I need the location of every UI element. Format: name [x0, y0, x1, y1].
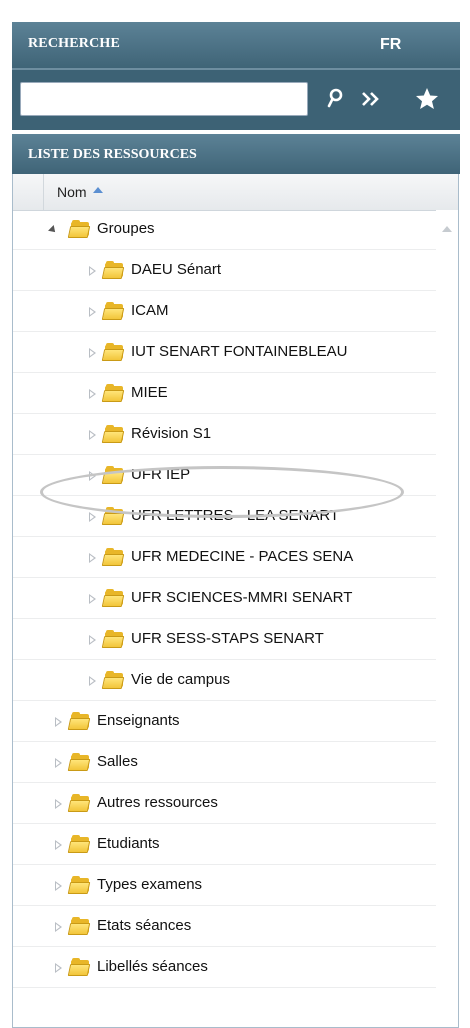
expand-arrow-icon[interactable] [89, 471, 96, 481]
expand-arrow-icon[interactable] [89, 594, 96, 604]
tree-item-label: UFR SESS-STAPS SENART [131, 630, 324, 647]
star-icon[interactable] [412, 84, 442, 114]
tree-row[interactable]: UFR SESS-STAPS SENART [13, 620, 436, 660]
column-header-name[interactable]: Nom [13, 174, 458, 211]
tree-item-label: Révision S1 [131, 425, 212, 442]
folder-icon [67, 876, 91, 894]
tree-row[interactable]: UFR MEDECINE - PACES SENA [13, 538, 436, 578]
folder-icon [67, 794, 91, 812]
sort-ascending-icon [93, 187, 103, 193]
resources-header: LISTE DES RESSOURCES [12, 134, 460, 174]
expand-arrow-icon[interactable] [55, 840, 62, 850]
folder-icon [101, 466, 125, 484]
tree-item-label: Groupes [97, 220, 155, 237]
expand-arrow-icon[interactable] [89, 307, 96, 317]
column-header-label: Nom [57, 184, 87, 200]
folder-icon [67, 958, 91, 976]
tree-item-label: MIEE [131, 384, 168, 401]
folder-icon [101, 343, 125, 361]
folder-icon [101, 671, 125, 689]
expand-arrow-icon[interactable] [55, 717, 62, 727]
language-selector[interactable]: FR [380, 36, 401, 54]
tree-row[interactable]: Salles [13, 743, 436, 783]
tree-item-label: UFR SCIENCES-MMRI SENART [131, 589, 353, 606]
folder-icon [101, 548, 125, 566]
collapse-arrow-icon[interactable] [48, 225, 58, 235]
tree-row[interactable]: DAEU Sénart [13, 251, 436, 291]
tree-item-label: DAEU Sénart [131, 261, 222, 278]
search-icon[interactable] [320, 84, 350, 114]
tree-item-label: Libellés séances [97, 958, 208, 975]
folder-icon [67, 712, 91, 730]
expand-arrow-icon[interactable] [55, 963, 62, 973]
tree-row[interactable]: Enseignants [13, 702, 436, 742]
tree-item-label: Salles [97, 753, 138, 770]
tree-row[interactable]: IUT SENART FONTAINEBLEAU [13, 333, 436, 373]
expand-arrow-icon[interactable] [55, 758, 62, 768]
tree-item-label: Enseignants [97, 712, 180, 729]
tree-item-label: UFR LETTRES - LEA SENART [131, 507, 340, 524]
search-title: RECHERCHE [28, 36, 121, 51]
folder-icon [101, 630, 125, 648]
expand-arrow-icon[interactable] [89, 553, 96, 563]
folder-icon [101, 302, 125, 320]
scroll-up-icon[interactable] [442, 226, 452, 232]
tree-item-label: UFR MEDECINE - PACES SENA [131, 548, 354, 565]
tree-row[interactable]: ICAM [13, 292, 436, 332]
tree-row[interactable]: Révision S1 [13, 415, 436, 455]
tree-row[interactable]: UFR LETTRES - LEA SENART [13, 497, 436, 537]
tree-row[interactable]: Groupes [13, 210, 436, 250]
tree-item-label: Autres ressources [97, 794, 218, 811]
tree-row[interactable]: UFR IEP [13, 456, 436, 496]
resource-tree-panel: Nom Groupes DAEU Sénart ICAM IUT SENART FON… [12, 174, 459, 1028]
expand-arrow-icon[interactable] [55, 881, 62, 891]
tree-row[interactable]: Types examens [13, 866, 436, 906]
folder-icon [101, 384, 125, 402]
tree-item-label: Etudiants [97, 835, 160, 852]
resources-title: LISTE DES RESSOURCES [28, 147, 197, 162]
expand-arrow-icon[interactable] [55, 922, 62, 932]
scrollbar[interactable] [436, 210, 458, 1027]
tree-row[interactable]: Etudiants [13, 825, 436, 865]
search-header: RECHERCHE FR [12, 22, 460, 68]
tree-row[interactable]: MIEE [13, 374, 436, 414]
tree-row[interactable]: Autres ressources [13, 784, 436, 824]
expand-arrow-icon[interactable] [89, 676, 96, 686]
folder-icon [101, 589, 125, 607]
tree-row[interactable]: Vie de campus [13, 661, 436, 701]
folder-icon [101, 261, 125, 279]
folder-icon [101, 507, 125, 525]
folder-icon [101, 425, 125, 443]
expand-arrow-icon[interactable] [89, 348, 96, 358]
column-separator [43, 174, 44, 210]
expand-arrow-icon[interactable] [89, 389, 96, 399]
expand-arrow-icon[interactable] [89, 512, 96, 522]
expand-arrow-icon[interactable] [55, 799, 62, 809]
expand-arrow-icon[interactable] [89, 635, 96, 645]
tree-item-label: UFR IEP [131, 466, 191, 483]
resource-panel: RECHERCHE FR LISTE DES RESSOURCES Nom Gr… [0, 0, 470, 1028]
folder-icon [67, 220, 91, 238]
tree-item-label: Vie de campus [131, 671, 230, 688]
double-chevron-right-icon[interactable] [356, 84, 386, 114]
search-bar [12, 68, 460, 130]
expand-arrow-icon[interactable] [89, 266, 96, 276]
tree-row[interactable]: UFR SCIENCES-MMRI SENART [13, 579, 436, 619]
expand-arrow-icon[interactable] [89, 430, 96, 440]
search-input[interactable] [20, 82, 308, 116]
tree-row[interactable]: Libellés séances [13, 948, 436, 988]
folder-icon [67, 835, 91, 853]
tree-item-label: Types examens [97, 876, 203, 893]
folder-icon [67, 753, 91, 771]
tree-row[interactable]: Etats séances [13, 907, 436, 947]
tree-item-label: ICAM [131, 302, 169, 319]
tree-item-label: IUT SENART FONTAINEBLEAU [131, 343, 348, 360]
folder-icon [67, 917, 91, 935]
tree-item-label: Etats séances [97, 917, 192, 934]
